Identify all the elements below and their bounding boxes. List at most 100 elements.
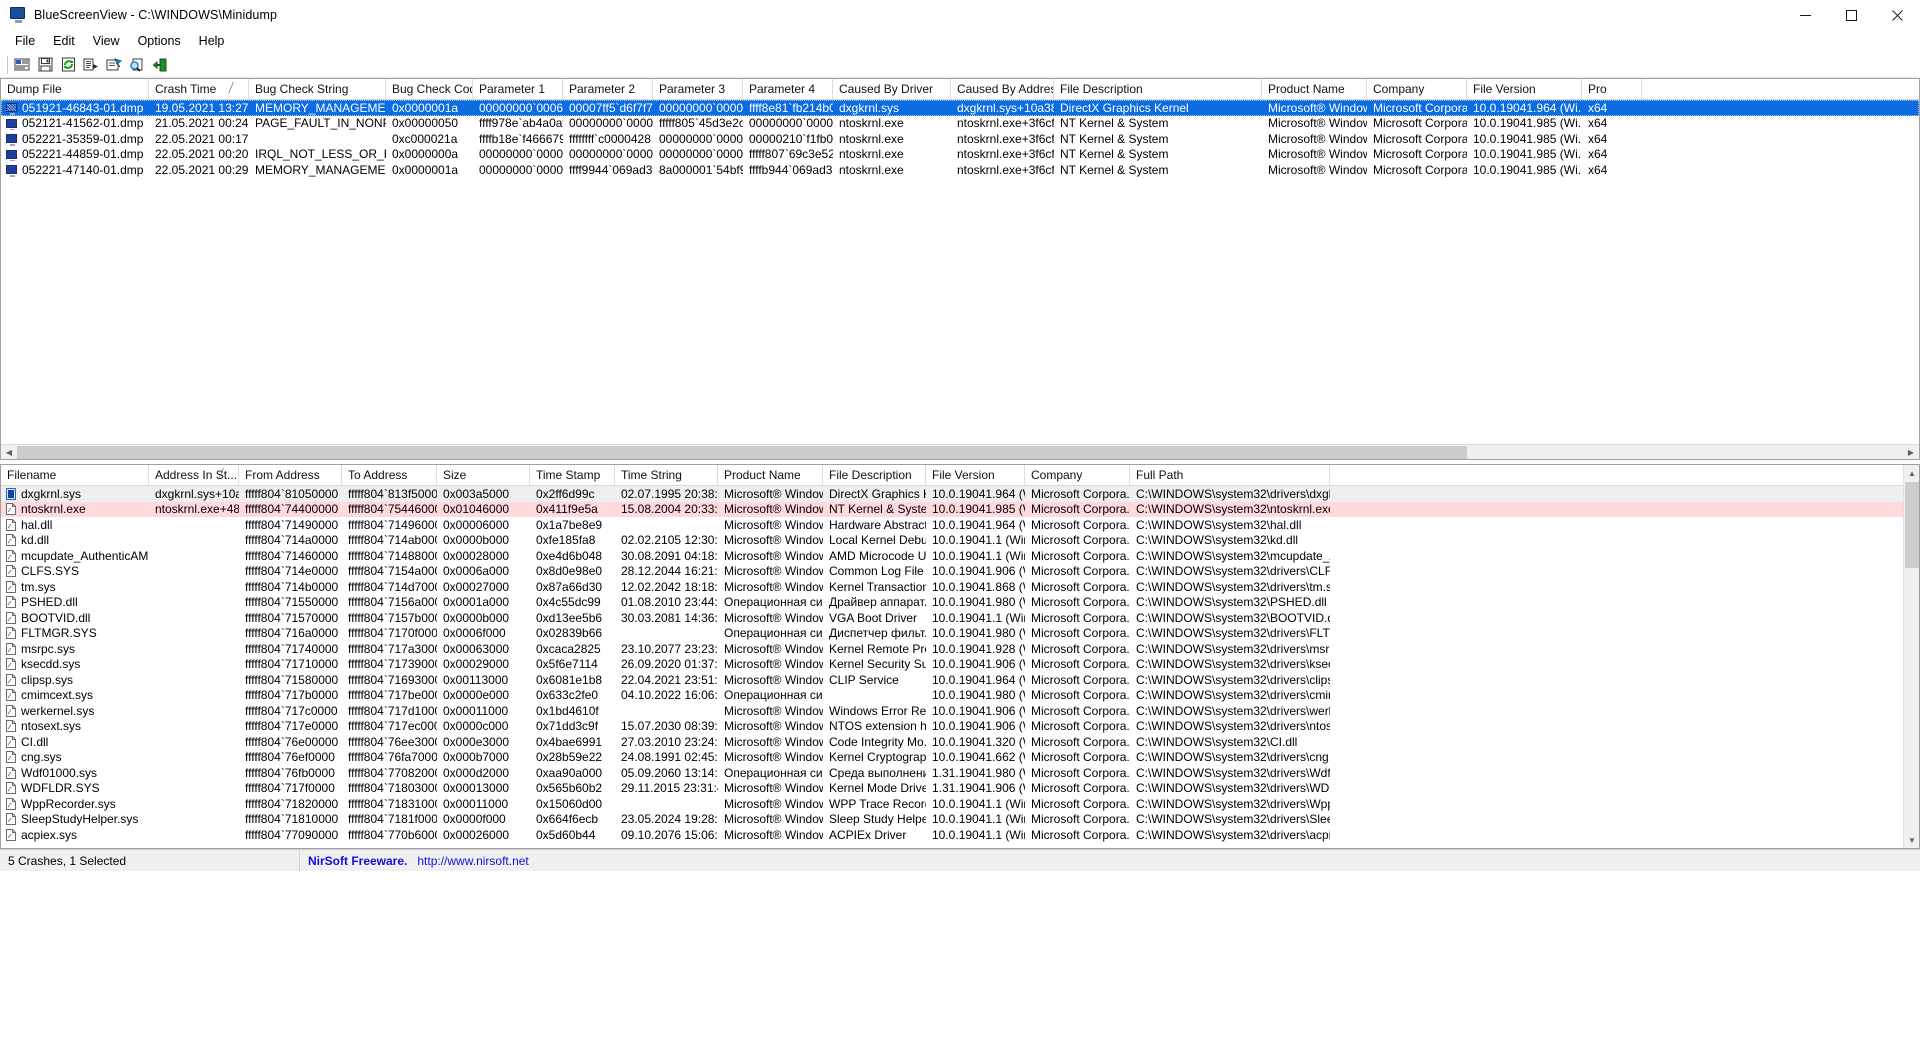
column-header[interactable]: Crash Time ╱ — [149, 79, 249, 99]
column-header[interactable]: To Address — [342, 465, 437, 485]
table-row[interactable]: cmimcext.sys fffff804`717b0000 fffff804`71… — [1, 688, 1919, 704]
menu-help[interactable]: Help — [190, 32, 234, 50]
column-header[interactable]: Bug Check Code — [386, 79, 473, 99]
column-header[interactable]: Time Stamp — [530, 465, 615, 485]
column-header[interactable]: Parameter 4 — [743, 79, 833, 99]
column-header[interactable]: File Version — [926, 465, 1025, 485]
menu-file[interactable]: File — [6, 32, 44, 50]
vendor-url-link[interactable]: http://www.nirsoft.net — [417, 854, 528, 868]
cell-text: 10.0.19041.868 (Wi... — [932, 579, 1025, 594]
scroll-up-icon[interactable]: ▲ — [1904, 465, 1919, 481]
driver-icon — [6, 689, 16, 702]
column-header[interactable]: Size — [437, 465, 530, 485]
table-row[interactable]: 052221-47140-01.dmp 22.05.2021 00:29:48 ME… — [1, 162, 1919, 178]
table-row[interactable]: msrpc.sys fffff804`71740000 fffff804`717a3… — [1, 641, 1919, 657]
column-header[interactable]: Filename — [1, 465, 149, 485]
table-row[interactable]: dxgkrnl.sys dxgkrnl.sys+10a38f fffff804`81… — [1, 486, 1919, 502]
cell-text: 00000000`000000... — [659, 147, 743, 162]
column-header[interactable]: Company — [1025, 465, 1130, 485]
table-row[interactable]: ntoskrnl.exe ntoskrnl.exe+487d... fffff804… — [1, 501, 1919, 517]
crash-list-hscrollbar[interactable]: ◀ ▶ — [1, 444, 1919, 459]
column-header[interactable]: Dump File — [1, 79, 149, 99]
column-header[interactable]: Parameter 2 — [563, 79, 653, 99]
table-row[interactable]: Wdf01000.sys fffff804`76fb0000 fffff804`77… — [1, 765, 1919, 781]
menu-options[interactable]: Options — [129, 32, 190, 50]
cell-text: C:\WINDOWS\system32\BOOTVID.dll — [1136, 610, 1330, 625]
table-row[interactable]: clipsp.sys fffff804`71580000 fffff804`7169… — [1, 672, 1919, 688]
column-header[interactable]: File Description — [823, 465, 926, 485]
cell-text: 29.11.2015 23:31:46 — [621, 781, 718, 796]
cell-text: fffff804`7170f000 — [348, 626, 437, 641]
column-header[interactable]: Caused By Address — [951, 79, 1054, 99]
scroll-left-icon[interactable]: ◀ — [1, 444, 17, 459]
column-header[interactable]: Product Name — [1262, 79, 1367, 99]
column-header[interactable]: From Address — [239, 465, 342, 485]
column-header[interactable]: Product Name — [718, 465, 823, 485]
table-row[interactable]: BOOTVID.dll fffff804`71570000 fffff804`715… — [1, 610, 1919, 626]
hscroll-track[interactable] — [17, 444, 1903, 459]
table-row[interactable]: ksecdd.sys fffff804`71710000 fffff804`7173… — [1, 657, 1919, 673]
column-header[interactable]: Caused By Driver — [833, 79, 951, 99]
cell-text: 0xaa90a000 — [536, 765, 603, 780]
minimize-button[interactable] — [1782, 0, 1828, 30]
table-cell: 0x0000001a — [386, 101, 473, 115]
cell-text: 10.0.19041.906 (Wi... — [932, 719, 1025, 734]
column-header[interactable]: File Version — [1467, 79, 1582, 99]
column-header[interactable]: Bug Check String — [249, 79, 386, 99]
table-row[interactable]: 051921-46843-01.dmp 19.05.2021 13:27:30 ME… — [1, 100, 1919, 116]
column-header[interactable]: Time String — [615, 465, 718, 485]
vscroll-thumb[interactable] — [1905, 482, 1919, 568]
maximize-button[interactable] — [1828, 0, 1874, 30]
table-row[interactable]: cng.sys fffff804`76ef0000 fffff804`76fa700… — [1, 750, 1919, 766]
advanced-options-icon[interactable] — [103, 54, 125, 76]
table-cell: 00000000`000000... — [563, 147, 653, 161]
crash-list-body[interactable]: 051921-46843-01.dmp 19.05.2021 13:27:30 ME… — [1, 100, 1919, 178]
properties-icon[interactable] — [11, 54, 33, 76]
driver-list-vscrollbar[interactable]: ▲ ▼ — [1903, 465, 1919, 848]
column-header[interactable]: Full Path — [1130, 465, 1330, 485]
table-cell: Microsoft® Window... — [718, 812, 823, 826]
copy-icon[interactable] — [80, 54, 102, 76]
table-cell: 0x8d0e98e0 — [530, 564, 615, 578]
table-row[interactable]: acpiex.sys fffff804`77090000 fffff804`770b… — [1, 827, 1919, 843]
table-row[interactable]: hal.dll fffff804`71490000 fffff804`7149600… — [1, 517, 1919, 533]
table-row[interactable]: WppRecorder.sys fffff804`71820000 fffff804… — [1, 796, 1919, 812]
menu-view[interactable]: View — [84, 32, 129, 50]
column-header[interactable]: Pro — [1582, 79, 1642, 99]
table-row[interactable]: tm.sys fffff804`714b0000 fffff804`714d7000… — [1, 579, 1919, 595]
table-row[interactable]: werkernel.sys fffff804`717c0000 fffff804`7… — [1, 703, 1919, 719]
column-header[interactable]: Parameter 3 — [653, 79, 743, 99]
table-cell: 00000000`000000... — [563, 116, 653, 130]
table-row[interactable]: ntosext.sys fffff804`717e0000 fffff804`717… — [1, 719, 1919, 735]
resize-grip-icon[interactable] — [1904, 850, 1920, 872]
driver-list-body[interactable]: dxgkrnl.sys dxgkrnl.sys+10a38f fffff804`81… — [1, 486, 1919, 843]
table-row[interactable]: 052221-44859-01.dmp 22.05.2021 00:20:00 IR… — [1, 147, 1919, 163]
column-header[interactable]: File Description — [1054, 79, 1262, 99]
table-row[interactable]: SleepStudyHelper.sys fffff804`71810000 fff… — [1, 812, 1919, 828]
table-row[interactable]: mcupdate_AuthenticAMD.dll fffff804`714600… — [1, 548, 1919, 564]
table-row[interactable]: 052121-41562-01.dmp 21.05.2021 00:24:16 PA… — [1, 116, 1919, 132]
scroll-down-icon[interactable]: ▼ — [1904, 832, 1919, 848]
column-header[interactable]: Company — [1367, 79, 1467, 99]
cell-text: mcupdate_AuthenticAMD.dll — [21, 548, 149, 563]
scroll-right-icon[interactable]: ▶ — [1903, 444, 1919, 459]
table-row[interactable]: kd.dll fffff804`714a0000 fffff804`714ab000… — [1, 533, 1919, 549]
column-header[interactable]: Parameter 1 — [473, 79, 563, 99]
driver-list[interactable]: Filename Address In St... ╱ From Address To … — [0, 464, 1920, 849]
menu-edit[interactable]: Edit — [44, 32, 84, 50]
refresh-icon[interactable] — [57, 54, 79, 76]
close-button[interactable] — [1874, 0, 1920, 30]
exit-icon[interactable] — [149, 54, 171, 76]
table-row[interactable]: FLTMGR.SYS fffff804`716a0000 fffff804`7170… — [1, 626, 1919, 642]
find-icon[interactable] — [126, 54, 148, 76]
table-row[interactable]: 052221-35359-01.dmp 22.05.2021 00:17:05 0x… — [1, 131, 1919, 147]
save-icon[interactable] — [34, 54, 56, 76]
hscroll-thumb[interactable] — [17, 445, 1467, 459]
table-row[interactable]: CLFS.SYS fffff804`714e0000 fffff804`7154a0… — [1, 564, 1919, 580]
table-row[interactable]: PSHED.dll fffff804`71550000 fffff804`7156a… — [1, 595, 1919, 611]
crash-dump-list[interactable]: Dump File Crash Time ╱ Bug Check String Bug … — [0, 78, 1920, 460]
cell-text: dxgkrnl.sys — [21, 486, 82, 501]
table-row[interactable]: WDFLDR.SYS fffff804`717f0000 fffff804`7180… — [1, 781, 1919, 797]
column-header[interactable]: Address In St... ╱ — [149, 465, 239, 485]
table-row[interactable]: CI.dll fffff804`76e00000 fffff804`76ee3000… — [1, 734, 1919, 750]
